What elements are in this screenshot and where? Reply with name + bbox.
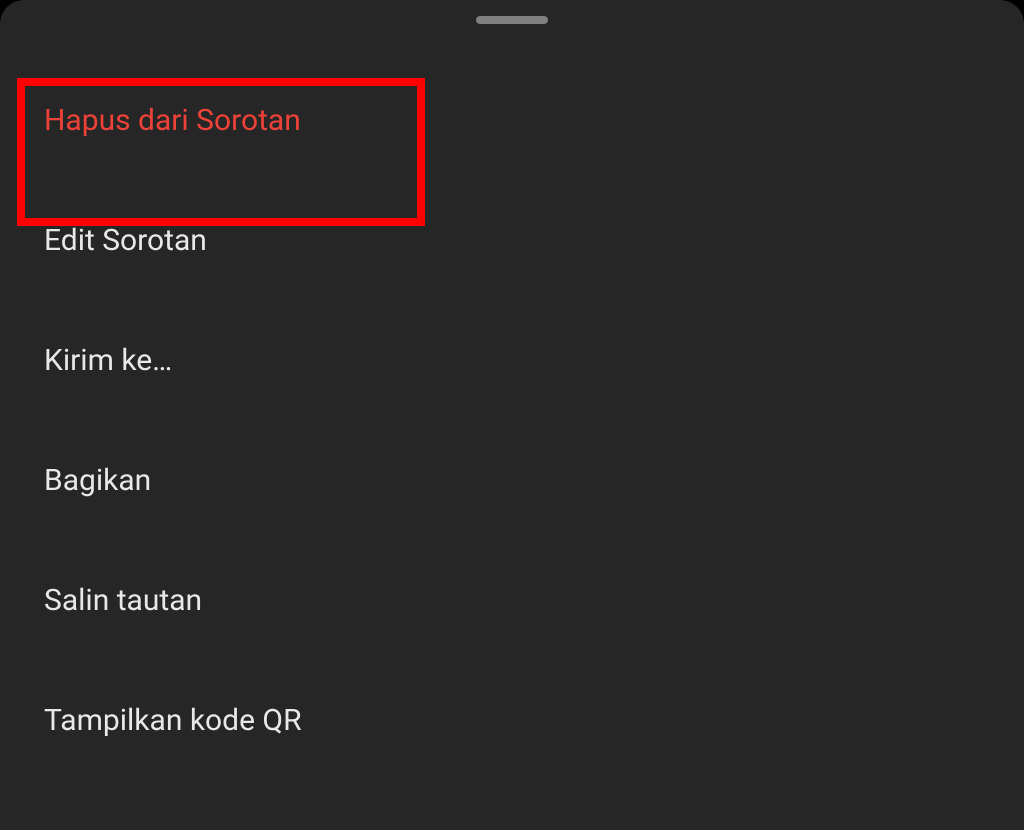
menu-item-remove-highlight[interactable]: Hapus dari Sorotan: [20, 60, 1004, 180]
menu-item-share[interactable]: Bagikan: [20, 420, 1004, 540]
menu-item-label: Edit Sorotan: [44, 223, 207, 258]
menu-item-label: Salin tautan: [44, 583, 202, 618]
menu-item-label: Tampilkan kode QR: [44, 703, 302, 738]
menu-item-edit-highlight[interactable]: Edit Sorotan: [20, 180, 1004, 300]
menu-item-send-to[interactable]: Kirim ke…: [20, 300, 1004, 420]
menu-item-label: Hapus dari Sorotan: [44, 103, 301, 138]
bottom-sheet: Hapus dari Sorotan Edit Sorotan Kirim ke…: [0, 0, 1024, 830]
menu-item-label: Bagikan: [44, 463, 151, 498]
menu-item-copy-link[interactable]: Salin tautan: [20, 540, 1004, 660]
menu-item-label: Kirim ke…: [44, 343, 172, 378]
menu-item-show-qr[interactable]: Tampilkan kode QR: [20, 660, 1004, 780]
menu-list: Hapus dari Sorotan Edit Sorotan Kirim ke…: [0, 0, 1024, 780]
drag-handle[interactable]: [476, 16, 548, 24]
